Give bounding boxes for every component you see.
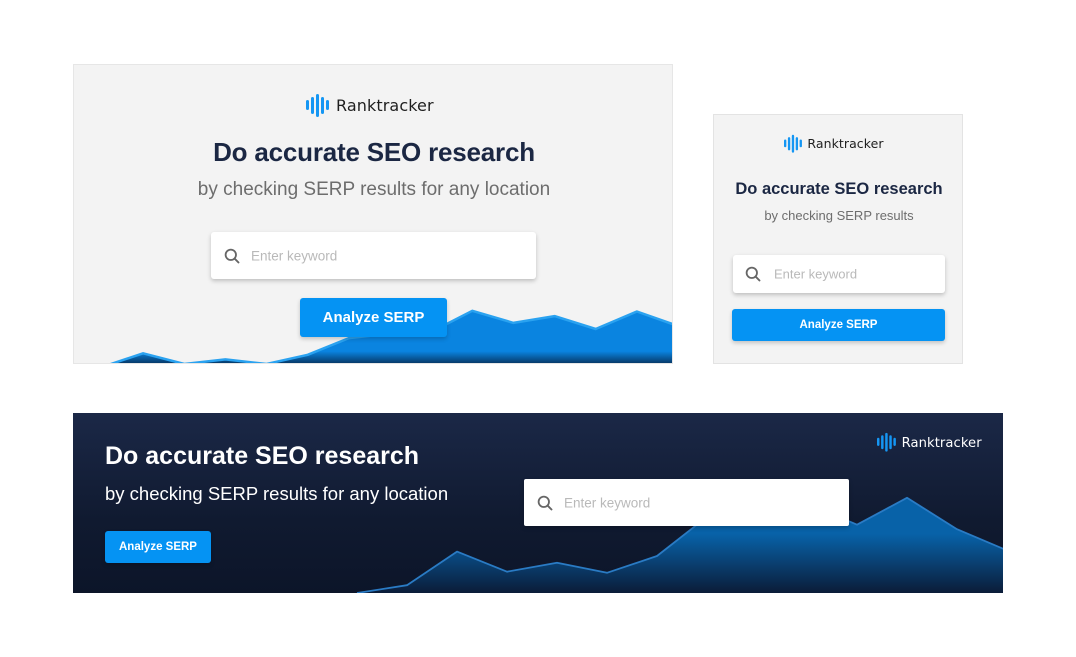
analyze-serp-button[interactable]: Analyze SERP [300,298,447,337]
brand-logo: Ranktracker [877,432,982,452]
headline: Do accurate SEO research [735,180,943,198]
brand-name: Ranktracker [807,135,884,151]
banner-large: Ranktracker Do accurate SEO research by … [73,64,673,364]
keyword-input[interactable] [251,248,479,263]
subheadline: by checking SERP results for any locatio… [197,179,551,200]
sound-wave-bars-icon [784,134,802,153]
brand-logo: Ranktracker [306,93,434,117]
brand-name: Ranktracker [901,434,982,450]
brand-logo: Ranktracker [784,134,884,153]
keyword-search-box[interactable] [524,479,849,526]
banner-leaderboard: Ranktracker Do accurate SEO research by … [73,413,1003,593]
subheadline: by checking SERP results [764,208,914,223]
analyze-serp-button[interactable]: Analyze SERP [105,531,211,563]
keyword-search-box[interactable] [211,232,536,279]
headline: Do accurate SEO research [213,137,535,167]
search-icon [224,248,240,263]
sound-wave-bars-icon [877,432,896,452]
keyword-input[interactable] [564,495,792,510]
keyword-search-box[interactable] [733,255,945,293]
brand-name: Ranktracker [336,95,434,115]
search-icon [537,495,553,510]
search-icon [745,266,761,282]
keyword-input[interactable] [774,266,923,282]
subheadline: by checking SERP results for any locatio… [105,483,449,504]
analyze-serp-button[interactable]: Analyze SERP [732,309,945,341]
banner-square: Ranktracker Do accurate SEO research by … [713,114,963,364]
headline: Do accurate SEO research [105,442,420,470]
sound-wave-bars-icon [306,93,329,117]
